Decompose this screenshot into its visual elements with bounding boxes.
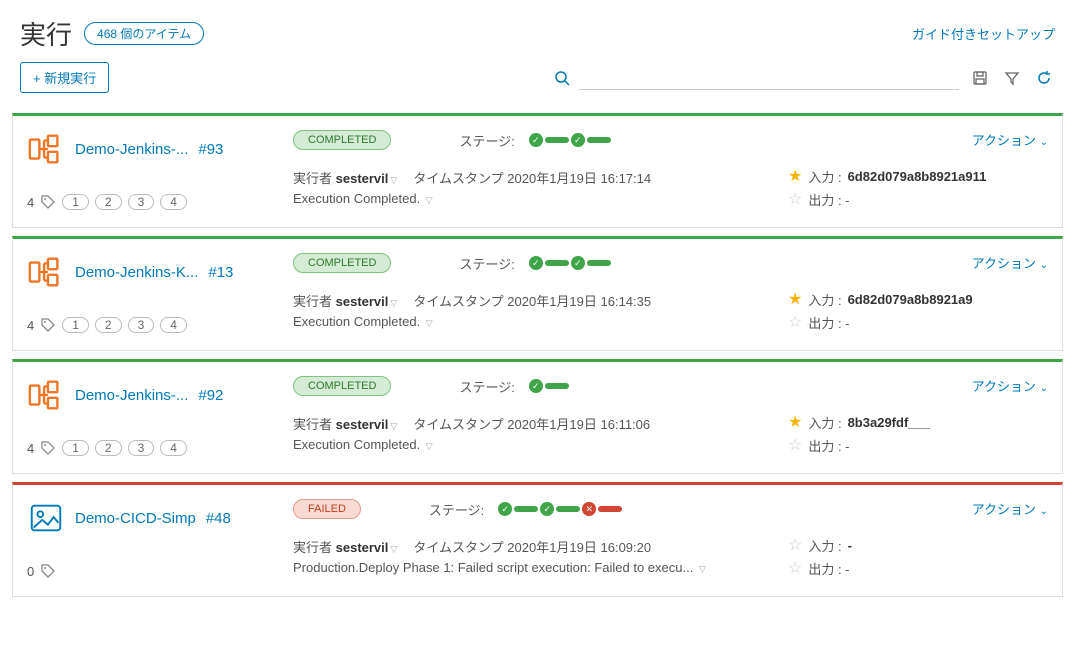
- stage-indicator: ✓✓✕: [498, 502, 622, 516]
- item-count-badge[interactable]: 468 個のアイテム: [84, 22, 204, 45]
- execution-name-link[interactable]: Demo-CICD-Simp: [75, 510, 196, 527]
- output-line: ☆ 出力 : -: [788, 559, 1048, 578]
- timestamp-label: タイムスタンプ 2020年1月19日 16:09:20: [413, 537, 651, 556]
- star-icon[interactable]: ★: [788, 415, 802, 431]
- execution-name-link[interactable]: Demo-Jenkins-...: [75, 141, 188, 158]
- tag-icon: [40, 194, 56, 210]
- pipeline-icon: [27, 253, 65, 291]
- page-header: 実行 468 個のアイテム ガイド付きセットアップ: [0, 0, 1075, 62]
- tag-count: 4: [27, 195, 34, 210]
- execution-name-link[interactable]: Demo-Jenkins-...: [75, 387, 188, 404]
- actions-menu[interactable]: アクション ⌄: [788, 499, 1048, 518]
- page-title: 実行: [20, 15, 72, 52]
- timestamp-label: タイムスタンプ 2020年1月19日 16:17:14: [413, 168, 651, 187]
- refresh-icon[interactable]: [1033, 67, 1055, 89]
- input-line: ★ 入力 : 6d82d079a8b8921a9: [788, 290, 1048, 309]
- star-icon[interactable]: ☆: [788, 538, 802, 554]
- execution-name-link[interactable]: Demo-Jenkins-K...: [75, 264, 198, 281]
- tag-badge[interactable]: 2: [95, 440, 122, 456]
- output-line: ☆ 出力 : -: [788, 436, 1048, 455]
- input-line: ★ 入力 : 6d82d079a8b8921a911: [788, 167, 1048, 186]
- stage-label: ステージ:: [459, 131, 514, 150]
- execution-card: Demo-CICD-Simp #48 0 FAILED ステージ: ✓✓✕ 実行者 sest…: [12, 482, 1063, 597]
- star-icon[interactable]: ★: [788, 292, 802, 308]
- tag-count: 0: [27, 564, 34, 579]
- tag-badge[interactable]: 1: [62, 317, 89, 333]
- tag-badge[interactable]: 4: [160, 440, 187, 456]
- star-icon[interactable]: ☆: [788, 561, 802, 577]
- stage-indicator: ✓✓: [529, 133, 611, 147]
- output-line: ☆ 出力 : -: [788, 190, 1048, 209]
- pipeline-icon: [27, 130, 65, 168]
- actions-menu[interactable]: アクション ⌄: [788, 130, 1048, 149]
- execution-number[interactable]: #13: [208, 264, 233, 281]
- search-wrap: [551, 66, 959, 90]
- executor-label: 実行者 sestervil▽: [293, 537, 397, 556]
- tag-badge[interactable]: 1: [62, 440, 89, 456]
- star-icon[interactable]: ☆: [788, 192, 802, 208]
- search-icon[interactable]: [551, 67, 573, 89]
- execution-description: Execution Completed. ▽: [293, 437, 772, 452]
- toolbar: + 新規実行: [0, 62, 1075, 105]
- tag-icon: [40, 317, 56, 333]
- actions-menu[interactable]: アクション ⌄: [788, 376, 1048, 395]
- timestamp-label: タイムスタンプ 2020年1月19日 16:11:06: [413, 414, 650, 433]
- pipeline-icon: [27, 499, 65, 537]
- search-input[interactable]: [579, 66, 959, 90]
- tag-badge[interactable]: 4: [160, 317, 187, 333]
- status-badge: COMPLETED: [293, 376, 391, 396]
- guided-setup-link[interactable]: ガイド付きセットアップ: [912, 24, 1055, 43]
- input-line: ☆ 入力 : -: [788, 536, 1048, 555]
- executor-label: 実行者 sestervil▽: [293, 414, 397, 433]
- stage-indicator: ✓: [529, 379, 569, 393]
- tag-badge[interactable]: 1: [62, 194, 89, 210]
- execution-card: Demo-Jenkins-K...#1341234COMPLETEDステージ:✓…: [12, 236, 1063, 351]
- output-line: ☆ 出力 : -: [788, 313, 1048, 332]
- tag-icon: [40, 440, 56, 456]
- actions-menu[interactable]: アクション ⌄: [788, 253, 1048, 272]
- status-badge: COMPLETED: [293, 253, 391, 273]
- stage-label: ステージ:: [459, 377, 514, 396]
- tag-count: 4: [27, 441, 34, 456]
- input-line: ★ 入力 : 8b3a29fdf___: [788, 413, 1048, 432]
- filter-icon[interactable]: [1001, 67, 1023, 89]
- timestamp-label: タイムスタンプ 2020年1月19日 16:14:35: [413, 291, 651, 310]
- execution-description: Execution Completed. ▽: [293, 191, 772, 206]
- tag-badge[interactable]: 2: [95, 317, 122, 333]
- new-execution-button[interactable]: + 新規実行: [20, 62, 109, 93]
- tag-count: 4: [27, 318, 34, 333]
- stage-indicator: ✓✓: [529, 256, 611, 270]
- execution-card: Demo-Jenkins-...#9341234COMPLETEDステージ:✓✓…: [12, 113, 1063, 228]
- executor-label: 実行者 sestervil▽: [293, 291, 397, 310]
- star-icon[interactable]: ★: [788, 169, 802, 185]
- execution-description: Execution Completed. ▽: [293, 314, 772, 329]
- stage-label: ステージ:: [459, 254, 514, 273]
- stage-label: ステージ:: [429, 500, 484, 519]
- status-badge: COMPLETED: [293, 130, 391, 150]
- execution-list: Demo-Jenkins-...#9341234COMPLETEDステージ:✓✓…: [0, 113, 1075, 597]
- tag-icon: [40, 563, 56, 579]
- execution-card: Demo-Jenkins-...#9241234COMPLETEDステージ:✓実…: [12, 359, 1063, 474]
- execution-number[interactable]: #92: [198, 387, 223, 404]
- tag-badge[interactable]: 4: [160, 194, 187, 210]
- execution-number[interactable]: #93: [198, 141, 223, 158]
- executor-label: 実行者 sestervil▽: [293, 168, 397, 187]
- star-icon[interactable]: ☆: [788, 438, 802, 454]
- pipeline-icon: [27, 376, 65, 414]
- status-badge: FAILED: [293, 499, 361, 519]
- execution-description: Production.Deploy Phase 1: Failed script…: [293, 560, 772, 575]
- tag-badge[interactable]: 3: [128, 440, 155, 456]
- tag-badge[interactable]: 3: [128, 317, 155, 333]
- star-icon[interactable]: ☆: [788, 315, 802, 331]
- save-icon[interactable]: [969, 67, 991, 89]
- execution-number[interactable]: #48: [206, 510, 231, 527]
- tag-badge[interactable]: 2: [95, 194, 122, 210]
- tag-badge[interactable]: 3: [128, 194, 155, 210]
